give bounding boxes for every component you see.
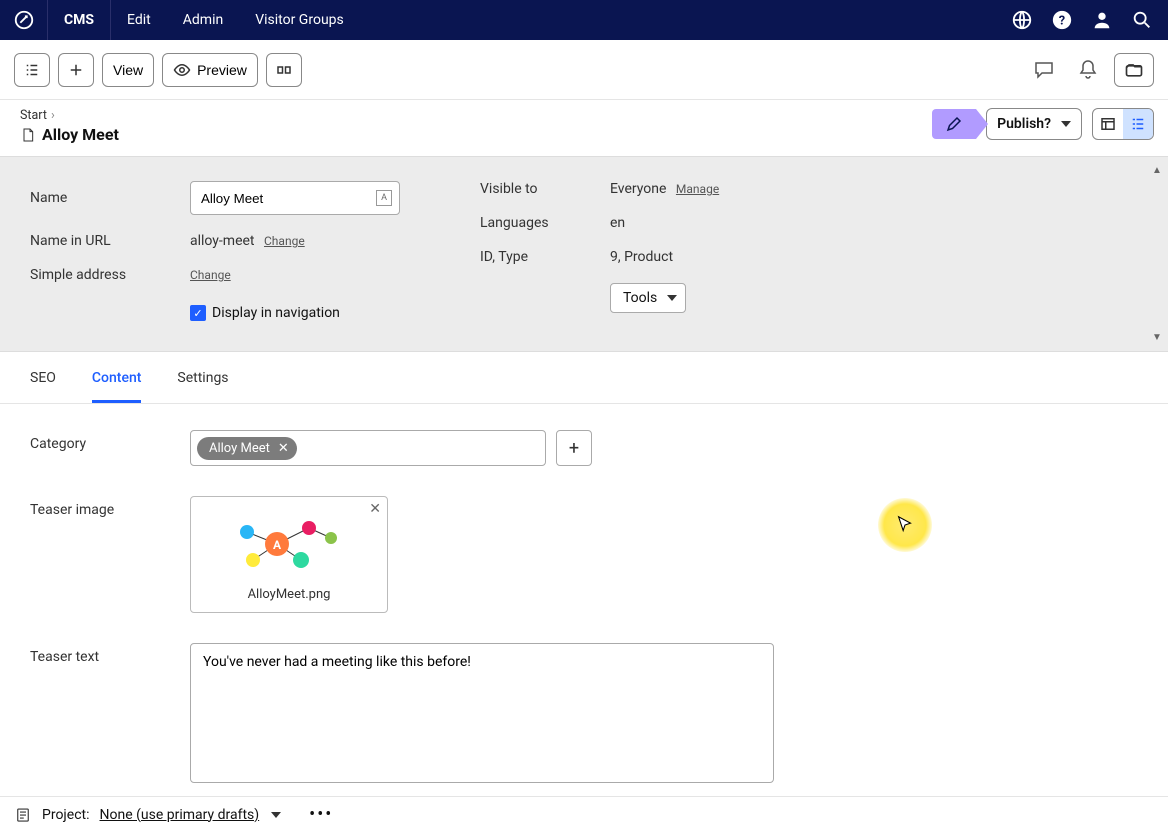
teaser-text-label: Teaser text [30,643,170,665]
name-input[interactable] [190,181,400,215]
footer-bar: Project: None (use primary drafts) ••• [0,796,1168,832]
chevron-right-icon: › [51,108,55,123]
teaser-image-card[interactable]: ✕ A AlloyMeet.png [190,496,388,613]
properties-panel: ▲▼ Name A Name in URL alloy-meet Change … [0,156,1168,352]
category-tag[interactable]: Alloy Meet ✕ [197,437,297,460]
project-icon [14,806,32,824]
tab-settings[interactable]: Settings [177,370,228,403]
visible-to-value: Everyone [610,181,666,197]
name-in-url-label: Name in URL [30,233,170,249]
page-title: Alloy Meet [20,125,119,144]
nav-cms[interactable]: CMS [48,0,111,40]
category-input[interactable]: Alloy Meet ✕ [190,430,546,466]
name-in-url-change-link[interactable]: Change [264,234,305,248]
teaser-image-filename: AlloyMeet.png [248,587,331,602]
view-mode-toggle [1092,108,1154,140]
svg-text:?: ? [1059,14,1065,29]
top-nav: CMS Edit Admin Visitor Groups ? [0,0,1168,40]
svg-text:A: A [273,538,282,552]
tab-body: Category Alloy Meet ✕ + Teaser image ✕ [0,404,1168,823]
add-button[interactable] [58,53,94,87]
visible-to-label: Visible to [480,181,590,197]
simple-address-label: Simple address [30,267,170,283]
category-label: Category [30,430,170,452]
publish-dropdown[interactable]: Publish? [986,108,1082,140]
remove-tag-icon[interactable]: ✕ [278,441,289,456]
teaser-image-thumb: A [214,507,364,581]
preview-button[interactable]: Preview [162,53,258,87]
project-selector[interactable]: None (use primary drafts) [100,807,260,823]
id-type-value: 9, Product [610,249,673,265]
tab-content[interactable]: Content [92,370,142,403]
search-icon[interactable] [1124,2,1160,38]
project-label: Project: [42,807,90,823]
display-in-nav-checkbox[interactable]: ✓ [190,305,206,321]
assets-panel-button[interactable] [1114,53,1154,87]
nav-admin[interactable]: Admin [167,0,239,40]
user-icon[interactable] [1084,2,1120,38]
chevron-down-icon [667,295,677,301]
toolbar: View Preview [0,40,1168,100]
page-icon [20,127,36,143]
languages-label: Languages [480,215,590,231]
visible-to-manage-link[interactable]: Manage [676,182,719,196]
breadcrumb-row: Start› Alloy Meet Publish? [0,100,1168,156]
tools-dropdown[interactable]: Tools [610,283,686,313]
globe-icon[interactable] [1004,2,1040,38]
content-tabs: SEO Content Settings [0,352,1168,404]
help-icon[interactable]: ? [1044,2,1080,38]
display-in-nav-label: Display in navigation [212,305,340,321]
simple-address-change-link[interactable]: Change [190,268,231,282]
nav-visitor-groups[interactable]: Visitor Groups [239,0,360,40]
teaser-text-input[interactable] [190,643,774,783]
name-input-suffix-icon[interactable]: A [376,190,392,206]
nav-edit[interactable]: Edit [111,0,167,40]
add-category-button[interactable]: + [556,430,592,466]
panel-collapse-handles[interactable]: ▲▼ [1150,157,1164,351]
notifications-icon[interactable] [1070,52,1106,88]
view-mode-form[interactable] [1123,109,1153,139]
chevron-down-icon [271,812,281,818]
breadcrumb[interactable]: Start› [20,108,119,123]
compare-button[interactable] [266,53,302,87]
tree-panel-button[interactable] [14,53,50,87]
chevron-down-icon [1061,121,1071,127]
name-label: Name [30,190,170,206]
logo[interactable] [0,0,48,40]
comments-icon[interactable] [1026,52,1062,88]
id-type-label: ID, Type [480,249,590,265]
remove-image-icon[interactable]: ✕ [369,501,381,517]
tab-seo[interactable]: SEO [30,370,56,403]
view-button[interactable]: View [102,53,154,87]
teaser-image-label: Teaser image [30,496,170,518]
pencil-icon [945,115,963,133]
languages-value: en [610,215,625,231]
project-more-button[interactable]: ••• [309,804,333,825]
view-mode-layout[interactable] [1093,109,1123,139]
name-in-url-value: alloy-meet [190,233,255,249]
edit-status-badge [932,109,976,139]
eye-icon [173,61,191,79]
